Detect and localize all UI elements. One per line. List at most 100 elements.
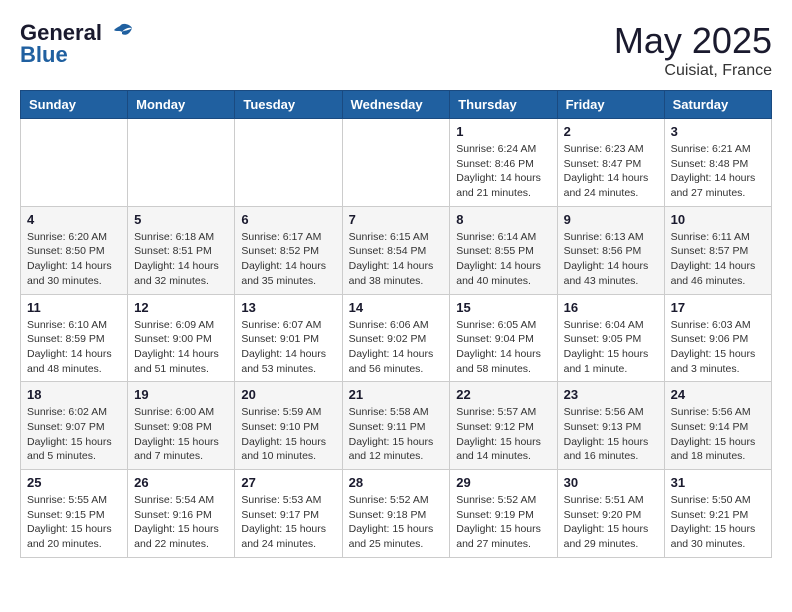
day-number: 18	[27, 387, 121, 402]
day-number: 29	[456, 475, 550, 490]
weekday-header-saturday: Saturday	[664, 91, 771, 119]
weekday-header-friday: Friday	[557, 91, 664, 119]
empty-cell	[21, 119, 128, 207]
day-number: 8	[456, 212, 550, 227]
day-info: Sunrise: 6:15 AMSunset: 8:54 PMDaylight:…	[349, 230, 444, 289]
day-number: 27	[241, 475, 335, 490]
day-number: 9	[564, 212, 658, 227]
empty-cell	[128, 119, 235, 207]
calendar-day-cell: 11Sunrise: 6:10 AMSunset: 8:59 PMDayligh…	[21, 294, 128, 382]
calendar-day-cell: 24 Sunrise: 5:56 AMSunset: 9:14 PMDayligh…	[664, 382, 771, 470]
day-number: 30	[564, 475, 658, 490]
calendar-day-cell: 20 Sunrise: 5:59 AMSunset: 9:10 PMDayligh…	[235, 382, 342, 470]
calendar-day-cell: 12Sunrise: 6:09 AMSunset: 9:00 PMDayligh…	[128, 294, 235, 382]
day-number: 7	[349, 212, 444, 227]
empty-cell	[235, 119, 342, 207]
day-info: Sunrise: 5:56 AMSunset: 9:14 PMDaylight:…	[671, 405, 765, 464]
calendar-day-cell: 19Sunrise: 6:00 AMSunset: 9:08 PMDayligh…	[128, 382, 235, 470]
day-number: 31	[671, 475, 765, 490]
day-info: Sunrise: 5:50 AMSunset: 9:21 PMDaylight:…	[671, 493, 765, 552]
day-info: Sunrise: 6:05 AMSunset: 9:04 PMDaylight:…	[456, 318, 550, 377]
calendar-day-cell: 13Sunrise: 6:07 AMSunset: 9:01 PMDayligh…	[235, 294, 342, 382]
day-info: Sunrise: 5:52 AMSunset: 9:19 PMDaylight:…	[456, 493, 550, 552]
calendar-day-cell: 7 Sunrise: 6:15 AMSunset: 8:54 PMDaylight…	[342, 206, 450, 294]
day-info: Sunrise: 5:55 AMSunset: 9:15 PMDaylight:…	[27, 493, 121, 552]
day-info: Sunrise: 6:04 AMSunset: 9:05 PMDaylight:…	[564, 318, 658, 377]
calendar-day-cell: 30 Sunrise: 5:51 AMSunset: 9:20 PMDayligh…	[557, 470, 664, 558]
calendar-week-row: 4Sunrise: 6:20 AMSunset: 8:50 PMDaylight…	[21, 206, 772, 294]
day-info: Sunrise: 6:14 AMSunset: 8:55 PMDaylight:…	[456, 230, 550, 289]
day-number: 16	[564, 300, 658, 315]
day-number: 5	[134, 212, 228, 227]
weekday-header-thursday: Thursday	[450, 91, 557, 119]
day-number: 2	[564, 124, 658, 139]
calendar-day-cell: 22 Sunrise: 5:57 AMSunset: 9:12 PMDayligh…	[450, 382, 557, 470]
day-info: Sunrise: 6:24 AMSunset: 8:46 PMDaylight:…	[456, 142, 550, 201]
day-number: 22	[456, 387, 550, 402]
calendar-week-row: 25Sunrise: 5:55 AMSunset: 9:15 PMDayligh…	[21, 470, 772, 558]
weekday-header-wednesday: Wednesday	[342, 91, 450, 119]
calendar-day-cell: 2 Sunrise: 6:23 AMSunset: 8:47 PMDaylight…	[557, 119, 664, 207]
calendar-day-cell: 3 Sunrise: 6:21 AMSunset: 8:48 PMDaylight…	[664, 119, 771, 207]
day-info: Sunrise: 5:52 AMSunset: 9:18 PMDaylight:…	[349, 493, 444, 552]
month-year-title: May 2025	[614, 20, 772, 62]
page-header: General Blue May 2025 Cuisiat, France	[20, 20, 772, 80]
calendar-week-row: 1 Sunrise: 6:24 AMSunset: 8:46 PMDaylight…	[21, 119, 772, 207]
day-info: Sunrise: 6:03 AMSunset: 9:06 PMDaylight:…	[671, 318, 765, 377]
day-info: Sunrise: 6:00 AMSunset: 9:08 PMDaylight:…	[134, 405, 228, 464]
calendar-day-cell: 10 Sunrise: 6:11 AMSunset: 8:57 PMDayligh…	[664, 206, 771, 294]
day-info: Sunrise: 6:06 AMSunset: 9:02 PMDaylight:…	[349, 318, 444, 377]
calendar-day-cell: 8 Sunrise: 6:14 AMSunset: 8:55 PMDaylight…	[450, 206, 557, 294]
day-info: Sunrise: 5:51 AMSunset: 9:20 PMDaylight:…	[564, 493, 658, 552]
calendar-day-cell: 28Sunrise: 5:52 AMSunset: 9:18 PMDayligh…	[342, 470, 450, 558]
day-number: 3	[671, 124, 765, 139]
day-number: 21	[349, 387, 444, 402]
calendar-day-cell: 26 Sunrise: 5:54 AMSunset: 9:16 PMDayligh…	[128, 470, 235, 558]
calendar-day-cell: 5 Sunrise: 6:18 AMSunset: 8:51 PMDaylight…	[128, 206, 235, 294]
day-number: 6	[241, 212, 335, 227]
calendar-day-cell: 6 Sunrise: 6:17 AMSunset: 8:52 PMDaylight…	[235, 206, 342, 294]
calendar-day-cell: 17 Sunrise: 6:03 AMSunset: 9:06 PMDayligh…	[664, 294, 771, 382]
weekday-header-monday: Monday	[128, 91, 235, 119]
day-number: 17	[671, 300, 765, 315]
calendar-day-cell: 4Sunrise: 6:20 AMSunset: 8:50 PMDaylight…	[21, 206, 128, 294]
calendar-day-cell: 1 Sunrise: 6:24 AMSunset: 8:46 PMDaylight…	[450, 119, 557, 207]
day-info: Sunrise: 6:17 AMSunset: 8:52 PMDaylight:…	[241, 230, 335, 289]
calendar-day-cell: 27 Sunrise: 5:53 AMSunset: 9:17 PMDayligh…	[235, 470, 342, 558]
day-info: Sunrise: 5:59 AMSunset: 9:10 PMDaylight:…	[241, 405, 335, 464]
day-info: Sunrise: 6:23 AMSunset: 8:47 PMDaylight:…	[564, 142, 658, 201]
day-info: Sunrise: 6:13 AMSunset: 8:56 PMDaylight:…	[564, 230, 658, 289]
logo: General Blue	[20, 20, 134, 68]
day-info: Sunrise: 5:56 AMSunset: 9:13 PMDaylight:…	[564, 405, 658, 464]
day-info: Sunrise: 5:54 AMSunset: 9:16 PMDaylight:…	[134, 493, 228, 552]
day-number: 26	[134, 475, 228, 490]
day-number: 1	[456, 124, 550, 139]
day-number: 14	[349, 300, 444, 315]
weekday-header-sunday: Sunday	[21, 91, 128, 119]
day-number: 10	[671, 212, 765, 227]
calendar-day-cell: 16 Sunrise: 6:04 AMSunset: 9:05 PMDayligh…	[557, 294, 664, 382]
calendar-day-cell: 31 Sunrise: 5:50 AMSunset: 9:21 PMDayligh…	[664, 470, 771, 558]
day-info: Sunrise: 5:57 AMSunset: 9:12 PMDaylight:…	[456, 405, 550, 464]
calendar-day-cell: 14 Sunrise: 6:06 AMSunset: 9:02 PMDayligh…	[342, 294, 450, 382]
day-info: Sunrise: 6:18 AMSunset: 8:51 PMDaylight:…	[134, 230, 228, 289]
day-info: Sunrise: 6:21 AMSunset: 8:48 PMDaylight:…	[671, 142, 765, 201]
empty-cell	[342, 119, 450, 207]
weekday-header-tuesday: Tuesday	[235, 91, 342, 119]
calendar-day-cell: 18Sunrise: 6:02 AMSunset: 9:07 PMDayligh…	[21, 382, 128, 470]
day-number: 24	[671, 387, 765, 402]
day-info: Sunrise: 6:10 AMSunset: 8:59 PMDaylight:…	[27, 318, 121, 377]
day-info: Sunrise: 6:11 AMSunset: 8:57 PMDaylight:…	[671, 230, 765, 289]
day-number: 12	[134, 300, 228, 315]
calendar-day-cell: 9 Sunrise: 6:13 AMSunset: 8:56 PMDaylight…	[557, 206, 664, 294]
day-number: 15	[456, 300, 550, 315]
day-number: 20	[241, 387, 335, 402]
day-number: 23	[564, 387, 658, 402]
calendar-day-cell: 23 Sunrise: 5:56 AMSunset: 9:13 PMDayligh…	[557, 382, 664, 470]
logo-bird-icon	[106, 22, 134, 44]
calendar-day-cell: 25Sunrise: 5:55 AMSunset: 9:15 PMDayligh…	[21, 470, 128, 558]
day-info: Sunrise: 5:53 AMSunset: 9:17 PMDaylight:…	[241, 493, 335, 552]
calendar-day-cell: 21Sunrise: 5:58 AMSunset: 9:11 PMDayligh…	[342, 382, 450, 470]
day-number: 4	[27, 212, 121, 227]
calendar-week-row: 11Sunrise: 6:10 AMSunset: 8:59 PMDayligh…	[21, 294, 772, 382]
